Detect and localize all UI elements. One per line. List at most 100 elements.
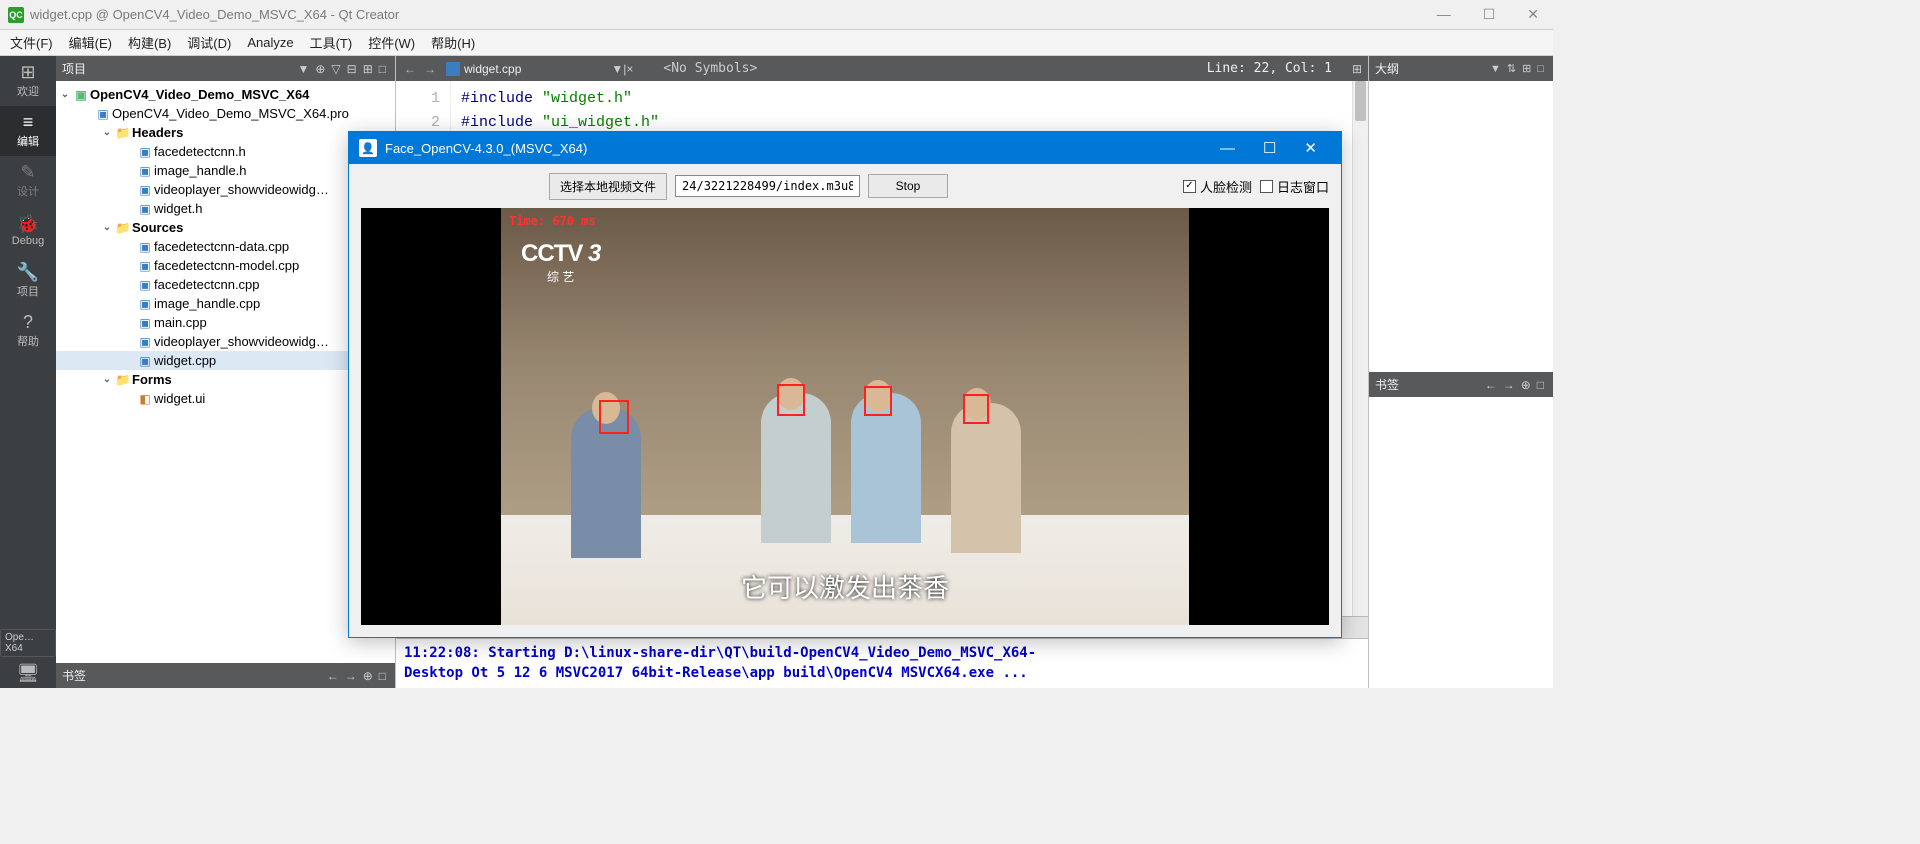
add-icon[interactable]: ⊕	[312, 62, 328, 76]
timing-overlay: Time: 670 ms	[509, 214, 596, 228]
minimize-button[interactable]: —	[1206, 137, 1249, 160]
tree-pro-file[interactable]: OpenCV4_Video_Demo_MSVC_X64.pro	[56, 104, 395, 123]
activity-projects[interactable]: 🔧项目	[0, 256, 56, 306]
face-opencv-window[interactable]: 👤 Face_OpenCV-4.3.0_(MSVC_X64) — ☐ ✕ 选择本…	[348, 131, 1342, 638]
menu-help[interactable]: 帮助(H)	[423, 30, 483, 55]
bookmark-bar-left: 书签 ← → ⊕ □	[56, 663, 395, 688]
activity-bar: ⊞欢迎 ≡编辑 ✎设计 🐞Debug 🔧项目 ?帮助 Ope…X64 🖥	[0, 56, 56, 688]
outline-filter-icon[interactable]: ▼	[1487, 63, 1504, 75]
face-bbox	[864, 386, 892, 416]
tree-file[interactable]: videoplayer_showvideowidg…	[56, 332, 395, 351]
menu-debug[interactable]: 调试(D)	[179, 30, 239, 55]
bookmark-prev-icon[interactable]: ←	[324, 669, 342, 683]
menu-build[interactable]: 构建(B)	[120, 30, 179, 55]
tree-file[interactable]: facedetectcnn.h	[56, 142, 395, 161]
bookmark-close-icon[interactable]: □	[1534, 378, 1547, 392]
stop-button[interactable]: Stop	[868, 174, 948, 198]
person	[951, 403, 1021, 553]
close-button[interactable]: ✕	[1521, 6, 1545, 23]
menu-tools[interactable]: 工具(T)	[302, 30, 361, 55]
project-panel-header: 项目 ▼ ⊕ ▽ ⊟ ⊞ □	[56, 56, 395, 81]
tree-file[interactable]: videoplayer_showvideowidg…	[56, 180, 395, 199]
cctv-watermark: CCTV 3 综 艺	[521, 240, 600, 285]
tree-sources-folder[interactable]: ⌄📁Sources	[56, 218, 395, 237]
pencil-icon: ✎	[20, 163, 35, 181]
bookmark-next-icon[interactable]: →	[342, 669, 360, 683]
bookmark-next-icon[interactable]: →	[1500, 378, 1518, 392]
outline-close-icon[interactable]: □	[1534, 63, 1547, 75]
editor-scrollbar[interactable]	[1352, 81, 1368, 616]
outline-panel: 大纲 ▼ ⇅ ⊞ □ 书签 ← → ⊕ □	[1368, 56, 1553, 688]
outline-split-icon[interactable]: ⊞	[1519, 62, 1534, 75]
cpp-file-icon	[446, 62, 460, 76]
application-output[interactable]: 11:22:08: Starting D:\linux-share-dir\QT…	[396, 638, 1368, 688]
bookmark-close-icon[interactable]: □	[376, 669, 389, 683]
face-bbox	[777, 384, 805, 416]
activity-welcome[interactable]: ⊞欢迎	[0, 56, 56, 106]
activity-design[interactable]: ✎设计	[0, 156, 56, 206]
tree-file[interactable]: facedetectcnn.cpp	[56, 275, 395, 294]
menu-analyze[interactable]: Analyze	[239, 32, 301, 53]
run-button[interactable]: 🖥	[0, 658, 56, 688]
tree-file[interactable]: widget.ui	[56, 389, 395, 408]
output-line: 11:22:08: Starting D:\linux-share-dir\QT…	[404, 643, 1360, 663]
activity-help[interactable]: ?帮助	[0, 306, 56, 356]
activity-edit[interactable]: ≡编辑	[0, 106, 56, 156]
face-window-titlebar[interactable]: 👤 Face_OpenCV-4.3.0_(MSVC_X64) — ☐ ✕	[349, 132, 1341, 164]
collapse-icon[interactable]: ⊟	[344, 62, 360, 76]
tree-file[interactable]: widget.h	[56, 199, 395, 218]
close-button[interactable]: ✕	[1290, 137, 1331, 160]
maximize-button[interactable]: ☐	[1477, 6, 1502, 23]
tree-file[interactable]: main.cpp	[56, 313, 395, 332]
outline-header: 大纲 ▼ ⇅ ⊞ □	[1369, 56, 1553, 81]
bookmark-add-icon[interactable]: ⊕	[1518, 378, 1534, 392]
filter-dropdown-icon[interactable]: ▼	[294, 62, 312, 76]
project-panel: 项目 ▼ ⊕ ▽ ⊟ ⊞ □ ⌄▣OpenCV4_Video_Demo_MSVC…	[56, 56, 396, 688]
symbols-dropdown[interactable]: <No Symbols>	[663, 61, 757, 76]
grid-icon: ⊞	[20, 63, 35, 81]
split-icon[interactable]: ⊞	[360, 62, 376, 76]
menu-bar: 文件(F) 编辑(E) 构建(B) 调试(D) Analyze 工具(T) 控件…	[0, 30, 1553, 56]
editor-header: ← → widget.cpp ▼|× <No Symbols> Line: 22…	[396, 56, 1368, 81]
face-bbox	[963, 394, 989, 424]
activity-debug[interactable]: 🐞Debug	[0, 206, 56, 256]
tree-file[interactable]: facedetectcnn-data.cpp	[56, 237, 395, 256]
bug-icon: 🐞	[17, 215, 39, 233]
tree-file[interactable]: facedetectcnn-model.cpp	[56, 256, 395, 275]
kit-selector[interactable]: Ope…X64	[0, 629, 56, 657]
face-detect-checkbox[interactable]: ✓人脸检测	[1183, 177, 1252, 196]
bookmark-prev-icon[interactable]: ←	[1482, 378, 1500, 392]
nav-forward-icon[interactable]: →	[422, 62, 438, 76]
select-video-button[interactable]: 选择本地视频文件	[549, 173, 667, 200]
menu-window[interactable]: 控件(W)	[360, 30, 423, 55]
video-path-input[interactable]	[675, 175, 860, 197]
tree-file[interactable]: image_handle.h	[56, 161, 395, 180]
bookmark-label: 书签	[1375, 376, 1482, 393]
editor-tab[interactable]: widget.cpp	[446, 62, 521, 76]
qt-creator-icon: QC	[8, 7, 24, 23]
maximize-button[interactable]: ☐	[1249, 137, 1290, 160]
project-tree: ⌄▣OpenCV4_Video_Demo_MSVC_X64 OpenCV4_Vi…	[56, 81, 395, 663]
face-toolbar: 选择本地视频文件 Stop ✓人脸检测 日志窗口	[349, 164, 1341, 208]
nav-back-icon[interactable]: ←	[402, 62, 418, 76]
close-panel-icon[interactable]: □	[376, 62, 389, 76]
editor-tab-label: widget.cpp	[464, 62, 521, 76]
tree-forms-folder[interactable]: ⌄📁Forms	[56, 370, 395, 389]
menu-file[interactable]: 文件(F)	[2, 30, 61, 55]
tree-headers-folder[interactable]: ⌄📁Headers	[56, 123, 395, 142]
menu-edit[interactable]: 编辑(E)	[61, 30, 120, 55]
log-window-checkbox[interactable]: 日志窗口	[1260, 177, 1329, 196]
outline-sort-icon[interactable]: ⇅	[1504, 62, 1519, 75]
titlebar: QC widget.cpp @ OpenCV4_Video_Demo_MSVC_…	[0, 0, 1553, 30]
wrench-icon: 🔧	[17, 263, 39, 281]
edit-icon: ≡	[23, 113, 34, 131]
tree-root[interactable]: ⌄▣OpenCV4_Video_Demo_MSVC_X64	[56, 85, 395, 104]
filter-icon[interactable]: ▽	[328, 62, 343, 76]
tree-file-selected[interactable]: widget.cpp	[56, 351, 395, 370]
bookmark-add-icon[interactable]: ⊕	[360, 669, 376, 683]
video-view: Time: 670 ms CCTV 3 综 艺 它可以激发出茶香	[361, 208, 1329, 625]
tree-file[interactable]: image_handle.cpp	[56, 294, 395, 313]
minimize-button[interactable]: —	[1431, 6, 1457, 23]
face-window-title: Face_OpenCV-4.3.0_(MSVC_X64)	[385, 141, 1206, 156]
split-editor-icon[interactable]: ⊞	[1352, 62, 1362, 76]
